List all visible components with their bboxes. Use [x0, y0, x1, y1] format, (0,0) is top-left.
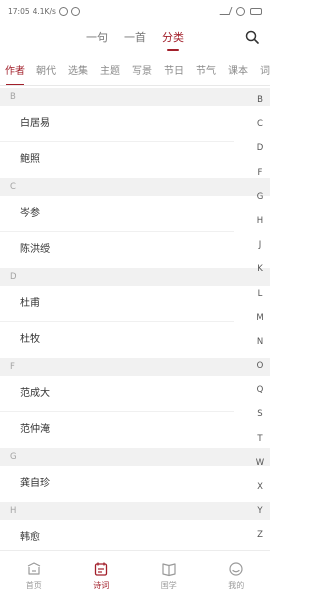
author-item[interactable]: 龚自珍 — [0, 466, 234, 502]
cat-tab-festival[interactable]: 节日 — [158, 60, 190, 85]
section-header: C — [0, 178, 270, 196]
alpha-letter-t[interactable]: T — [254, 433, 266, 457]
alphabet-index[interactable]: BCDFGHJKLMNOQSTWXYZ — [254, 94, 266, 554]
author-item[interactable]: 白居易 — [0, 106, 234, 142]
cat-tab-anthology[interactable]: 选集 — [62, 60, 94, 85]
alpha-letter-h[interactable]: H — [254, 215, 266, 239]
alpha-letter-n[interactable]: N — [254, 336, 266, 360]
search-icon[interactable] — [244, 29, 260, 45]
section-header: D — [0, 268, 270, 286]
profile-icon — [229, 561, 243, 576]
alpha-letter-m[interactable]: M — [254, 312, 266, 336]
bottom-nav: 首页 诗词 国学 我的 — [0, 550, 270, 600]
bottom-nav-label: 我的 — [228, 580, 245, 590]
alpha-letter-b[interactable]: B — [254, 94, 266, 118]
author-item[interactable]: 鲍照 — [0, 142, 234, 178]
bottom-nav-classics[interactable]: 国学 — [135, 551, 203, 600]
section-header: F — [0, 358, 270, 376]
bottom-nav-poetry[interactable]: 诗词 — [68, 551, 136, 600]
category-tabs: 作者 朝代 选集 主题 写景 节日 节气 课本 词牌 — [0, 60, 270, 86]
bottom-nav-home[interactable]: 首页 — [0, 551, 68, 600]
home-icon — [27, 561, 41, 575]
status-left: 17:05 4.1K/s — [8, 6, 80, 16]
status-right — [219, 6, 262, 16]
bottom-nav-label: 诗词 — [93, 580, 110, 590]
alpha-letter-q[interactable]: Q — [254, 384, 266, 408]
battery-icon — [250, 7, 262, 15]
signal-icon — [219, 7, 233, 15]
bottom-nav-label: 首页 — [25, 580, 42, 590]
author-item[interactable]: 韩愈 — [0, 520, 234, 550]
cat-tab-scenery[interactable]: 写景 — [126, 60, 158, 85]
alpha-letter-w[interactable]: W — [254, 457, 266, 481]
alpha-letter-c[interactable]: C — [254, 118, 266, 142]
app-icon — [236, 6, 245, 16]
alpha-letter-o[interactable]: O — [254, 360, 266, 384]
alarm-icon — [70, 6, 80, 16]
network-speed: 4.1K/s — [32, 6, 56, 16]
cat-tab-theme[interactable]: 主题 — [94, 60, 126, 85]
cat-tab-textbook[interactable]: 课本 — [222, 60, 254, 85]
cat-tab-dynasty[interactable]: 朝代 — [30, 60, 62, 85]
alpha-letter-g[interactable]: G — [254, 191, 266, 215]
section-header: B — [0, 88, 270, 106]
top-tabs: 一句 一首 分类 — [0, 22, 270, 52]
tab-category[interactable]: 分类 — [160, 29, 186, 45]
author-item[interactable]: 陈洪绶 — [0, 232, 234, 268]
alpha-letter-s[interactable]: S — [254, 408, 266, 432]
author-item[interactable]: 杜牧 — [0, 322, 234, 358]
author-list: B 白居易 鲍照 C 岑参 陈洪绶 D 杜甫 杜牧 F 范成大 范仲淹 G 龚自… — [0, 88, 270, 550]
author-item[interactable]: 范成大 — [0, 376, 234, 412]
section-header: H — [0, 502, 270, 520]
classics-icon — [162, 562, 176, 576]
author-item[interactable]: 杜甫 — [0, 286, 234, 322]
cat-tab-solar-term[interactable]: 节气 — [190, 60, 222, 85]
status-time: 17:05 — [8, 6, 30, 16]
alpha-letter-k[interactable]: K — [254, 263, 266, 287]
bottom-nav-profile[interactable]: 我的 — [203, 551, 271, 600]
alpha-letter-j[interactable]: J — [254, 239, 266, 263]
alpha-letter-l[interactable]: L — [254, 288, 266, 312]
section-header: G — [0, 448, 270, 466]
alpha-letter-f[interactable]: F — [254, 167, 266, 191]
alpha-letter-x[interactable]: X — [254, 481, 266, 505]
status-bar: 17:05 4.1K/s — [0, 0, 270, 22]
bottom-nav-label: 国学 — [160, 580, 177, 590]
alpha-letter-d[interactable]: D — [254, 142, 266, 166]
cat-tab-cipai[interactable]: 词牌 — [254, 60, 270, 85]
cat-tab-author[interactable]: 作者 — [0, 60, 30, 85]
tab-sentence[interactable]: 一句 — [84, 29, 110, 45]
book-icon — [95, 562, 108, 576]
alpha-letter-y[interactable]: Y — [254, 505, 266, 529]
author-item[interactable]: 岑参 — [0, 196, 234, 232]
tab-poem[interactable]: 一首 — [122, 29, 148, 45]
notification-icon — [58, 6, 68, 16]
top-nav: 一句 一首 分类 — [0, 22, 270, 52]
author-item[interactable]: 范仲淹 — [0, 412, 234, 448]
